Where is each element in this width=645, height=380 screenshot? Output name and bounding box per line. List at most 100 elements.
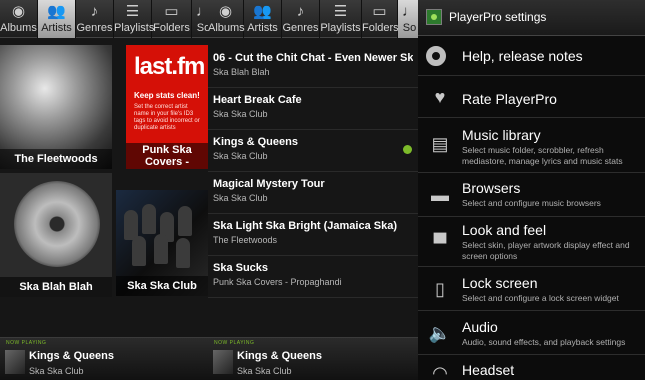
song-artist: Ska Ska Club <box>213 193 268 203</box>
tab-artists[interactable]: 👥 Artists <box>244 0 282 38</box>
setting-look-and-feel[interactable]: ▀ Look and feel Select skin, player artw… <box>418 217 645 267</box>
setting-description: Select music folder, scrobbler, refresh … <box>462 145 623 166</box>
setting-headset[interactable]: ◠ Headset <box>418 355 645 380</box>
tab-songs[interactable]: ♩ So <box>192 0 208 38</box>
artist-name: The Fleetwoods <box>0 149 112 169</box>
now-playing-title: Kings & Queens <box>237 350 322 362</box>
setting-description: Select and configure a lock screen widge… <box>462 293 619 303</box>
playing-indicator-icon <box>403 145 412 154</box>
song-title: Magical Mystery Tour <box>213 178 325 190</box>
settings-screen: PlayerPro settings Help, release notes ♥… <box>418 0 645 380</box>
artist-tile-punk-ska[interactable]: last.fm Keep stats clean! Set the correc… <box>126 45 208 169</box>
artist-name: Ska Ska Club <box>116 276 208 296</box>
now-playing-bar[interactable]: NOW PLAYING Kings & Queens Ska Ska Club <box>208 337 418 380</box>
note-icon: ♩ <box>402 3 417 20</box>
song-title: Ska Sucks <box>213 262 269 274</box>
lastfm-headline: Keep stats clean! <box>134 91 200 100</box>
paint-roller-icon: ▀ <box>433 233 447 253</box>
setting-description: Audio, sound effects, and playback setti… <box>462 337 626 347</box>
artist-tile-fleetwoods[interactable]: The Fleetwoods <box>0 45 112 169</box>
song-artist: Ska Blah Blah <box>213 67 270 77</box>
setting-title: Headset <box>462 362 515 378</box>
setting-music-library[interactable]: ▤ Music library Select music folder, scr… <box>418 118 645 173</box>
app-icon <box>426 9 442 25</box>
artist-tile-ska-blah-blah[interactable]: Ska Blah Blah <box>0 173 112 297</box>
song-row[interactable]: Ska Sucks Punk Ska Covers - Propaghandi <box>208 256 418 298</box>
settings-titlebar: PlayerPro settings <box>418 0 645 36</box>
note-icon: ♩ <box>196 3 208 20</box>
setting-lock-screen[interactable]: ▯ Lock screen Select and configure a loc… <box>418 267 645 311</box>
song-row[interactable]: Heart Break Cafe Ska Ska Club <box>208 88 418 130</box>
folder-icon: ▭ <box>164 3 179 20</box>
song-title: Heart Break Cafe <box>213 94 302 106</box>
setting-description: Select and configure music browsers <box>462 198 601 208</box>
tab-bar: ◉ Albums 👥 Artists ♪ Genres ☰ Playlists ▭ Fol… <box>208 0 418 38</box>
inbox-icon: ▤ <box>431 134 449 154</box>
songs-browser: ◉ Albums 👥 Artists ♪ Genres ☰ Playlists ▭ Fol… <box>208 0 418 380</box>
lastfm-logo: last.fm <box>134 53 205 80</box>
tab-playlists[interactable]: ☰ Playlists <box>114 0 154 38</box>
phone-icon: ▯ <box>435 279 445 299</box>
tab-genres[interactable]: ♪ Genres <box>282 0 320 38</box>
now-playing-label: NOW PLAYING <box>6 340 47 346</box>
playlist-icon: ☰ <box>125 3 140 20</box>
artists-icon: 👥 <box>253 3 272 20</box>
song-row[interactable]: 06 - Cut the Chit Chat - Even Newer Ska … <box>208 46 418 88</box>
album-icon: ◉ <box>11 3 26 20</box>
tab-songs[interactable]: ♩ So <box>398 0 418 38</box>
tab-albums[interactable]: ◉ Albums <box>208 0 245 38</box>
speaker-icon: 🔈 <box>428 323 452 343</box>
cd-icon <box>426 46 446 66</box>
setting-title: Look and feel <box>462 222 547 238</box>
song-row[interactable]: Magical Mystery Tour Ska Ska Club <box>208 172 418 214</box>
song-row-playing[interactable]: Kings & Queens Ska Ska Club <box>208 130 418 172</box>
now-playing-label: NOW PLAYING <box>214 340 255 346</box>
now-playing-artist: Ska Ska Club <box>237 366 292 376</box>
song-title: Ska Light Ska Bright (Jamaica Ska) <box>213 220 398 232</box>
cd-icon <box>14 181 100 267</box>
song-title: 06 - Cut the Chit Chat - Even Newer Ska <box>213 52 413 64</box>
setting-title: Browsers <box>462 180 521 196</box>
settings-title: PlayerPro settings <box>449 10 547 24</box>
playlist-icon: ☰ <box>333 3 348 20</box>
album-thumbnail <box>5 350 25 374</box>
setting-help[interactable]: Help, release notes <box>418 36 645 76</box>
tab-artists[interactable]: 👥 Artists <box>38 0 76 38</box>
folder-icon: ▭ <box>372 3 387 20</box>
guitar-icon: ♪ <box>90 3 99 20</box>
song-artist: Ska Ska Club <box>213 109 268 119</box>
tab-genres[interactable]: ♪ Genres <box>76 0 114 38</box>
artist-name: Punk Ska Covers - Propaghandi <box>126 143 208 169</box>
tab-albums[interactable]: ◉ Albums <box>0 0 38 38</box>
tab-folders[interactable]: ▭ Folders <box>362 0 399 38</box>
setting-description: Select skin, player artwork display effe… <box>462 240 630 261</box>
guitar-icon: ♪ <box>296 3 305 20</box>
heart-icon: ♥ <box>434 87 446 107</box>
song-title: Kings & Queens <box>213 136 298 148</box>
artist-tile-ska-ska-club[interactable]: Ska Ska Club <box>116 190 208 296</box>
artists-icon: 👥 <box>47 3 66 20</box>
song-row[interactable]: Ska Light Ska Bright (Jamaica Ska) The F… <box>208 214 418 256</box>
setting-title: Help, release notes <box>462 48 583 64</box>
lastfm-text: Set the correct artist name in your file… <box>134 104 200 131</box>
now-playing-title: Kings & Queens <box>29 350 114 362</box>
artist-name: Ska Blah Blah <box>0 277 112 297</box>
now-playing-artist: Ska Ska Club <box>29 366 84 376</box>
now-playing-bar[interactable]: NOW PLAYING Kings & Queens Ska Ska Club <box>0 337 208 380</box>
folder-icon: ▬ <box>431 185 449 205</box>
headset-icon: ◠ <box>432 363 448 380</box>
album-thumbnail <box>213 350 233 374</box>
setting-rate[interactable]: ♥ Rate PlayerPro <box>418 76 645 118</box>
song-artist: Punk Ska Covers - Propaghandi <box>213 277 342 287</box>
setting-title: Rate PlayerPro <box>462 91 557 107</box>
song-artist: The Fleetwoods <box>213 235 278 245</box>
album-icon: ◉ <box>218 3 233 20</box>
tab-playlists[interactable]: ☰ Playlists <box>320 0 362 38</box>
song-artist: Ska Ska Club <box>213 151 268 161</box>
tab-folders[interactable]: ▭ Folders <box>152 0 192 38</box>
setting-title: Lock screen <box>462 275 538 291</box>
setting-browsers[interactable]: ▬ Browsers Select and configure music br… <box>418 173 645 217</box>
setting-title: Audio <box>462 319 498 335</box>
setting-title: Music library <box>462 127 541 143</box>
setting-audio[interactable]: 🔈 Audio Audio, sound effects, and playba… <box>418 311 645 355</box>
